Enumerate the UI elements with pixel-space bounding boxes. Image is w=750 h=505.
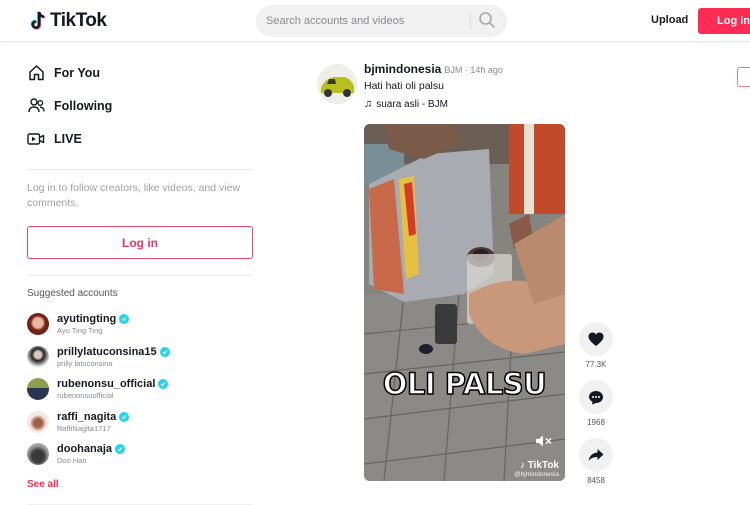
nav-label: LIVE xyxy=(54,131,82,146)
account-username: raffi_nagita xyxy=(57,410,117,423)
see-all-link[interactable]: See all xyxy=(27,479,59,490)
music-note-icon: ♫ xyxy=(364,98,373,110)
verified-badge-icon xyxy=(158,379,169,390)
avatar xyxy=(27,378,49,401)
post-username[interactable]: bjmindonesia xyxy=(364,62,441,76)
header-login-button[interactable]: Log in xyxy=(698,8,750,34)
search-button[interactable] xyxy=(478,11,498,31)
comment-icon xyxy=(589,390,603,404)
upload-link[interactable]: Upload xyxy=(651,14,688,26)
verified-badge-icon xyxy=(115,444,126,455)
video-player[interactable]: OLI PALSU ♪ TikTok @bjmindonesia xyxy=(364,124,565,481)
comment-button[interactable] xyxy=(579,380,613,414)
account-username: rubenonsu_official xyxy=(57,378,156,391)
users-icon xyxy=(27,97,45,115)
search-icon xyxy=(479,12,495,28)
post-time: 14h ago xyxy=(470,65,503,75)
comment-count: 1968 xyxy=(587,418,605,427)
nav-live[interactable]: LIVE xyxy=(27,122,253,155)
sidebar-divider xyxy=(27,169,253,170)
verified-badge-icon xyxy=(159,346,170,357)
logo-text: TikTok xyxy=(50,10,107,31)
sidebar-divider xyxy=(27,275,253,276)
account-username: doohanaja xyxy=(57,443,113,456)
suggested-accounts-title: Suggested accounts xyxy=(27,288,118,299)
post-music[interactable]: ♫ suara asli - BJM xyxy=(364,98,664,110)
verified-badge-icon xyxy=(119,314,130,325)
share-count: 8458 xyxy=(587,476,605,485)
account-name: Doo Han xyxy=(57,456,87,466)
avatar xyxy=(27,345,49,368)
suggested-account[interactable]: ayutingting Ayu Ting Ting xyxy=(27,308,253,341)
share-action: 8458 xyxy=(578,438,614,485)
watermark-logo: ♪ TikTok xyxy=(519,460,559,471)
watermark-username: @bjmindonesia xyxy=(514,471,559,478)
tiktok-note-icon xyxy=(30,11,45,30)
suggested-account[interactable]: raffi_nagita RaffiNagita1717 xyxy=(27,406,253,439)
like-button[interactable] xyxy=(579,322,613,356)
share-button[interactable] xyxy=(579,438,613,472)
home-icon xyxy=(27,64,45,82)
tiktok-logo[interactable]: TikTok xyxy=(30,10,107,32)
like-action: 77.3K xyxy=(578,322,614,369)
mute-icon[interactable] xyxy=(535,434,553,453)
avatar xyxy=(27,410,49,433)
account-username: ayutingting xyxy=(57,313,117,326)
suggested-account[interactable]: prillylatuconsina15 prilly latuconsina xyxy=(27,341,253,374)
account-name: prilly latuconsina xyxy=(57,358,113,368)
account-username: prillylatuconsina15 xyxy=(57,345,157,358)
video-overlay-text: OLI PALSU xyxy=(382,366,547,402)
avatar xyxy=(27,313,49,336)
suggested-account[interactable]: doohanaja Doo Han xyxy=(27,438,253,471)
post-nickname-text: BJM xyxy=(444,65,463,75)
post-caption: Hati hati oli palsu xyxy=(364,80,444,92)
sidebar: For You Following LIVE Log in to follow … xyxy=(27,42,253,505)
tiktok-watermark: ♪ TikTok @bjmindonesia xyxy=(514,460,559,478)
account-name: Ayu Ting Ting xyxy=(57,326,103,336)
suggested-account[interactable]: rubenonsu_official rubenonsuofficial xyxy=(27,373,253,406)
sidebar-login-button[interactable]: Log in xyxy=(27,226,253,259)
video-actions: 77.3K 1968 8458 xyxy=(578,322,614,496)
nav-label: For You xyxy=(54,65,101,80)
nav-for-you[interactable]: For You xyxy=(27,56,253,89)
search-bar xyxy=(256,5,507,37)
account-name: rubenonsuofficial xyxy=(57,391,114,401)
suggested-accounts-list: ayutingting Ayu Ting Ting prillylatucons… xyxy=(27,308,253,471)
heart-icon xyxy=(588,332,604,346)
post-nickname: BJM · 14h ago xyxy=(444,65,503,75)
sidebar-divider xyxy=(27,503,253,505)
nav-label: Following xyxy=(54,98,113,113)
like-count: 77.3K xyxy=(585,360,607,369)
video-frame xyxy=(364,124,565,481)
search-input[interactable] xyxy=(266,5,466,37)
watermark-logo-text: TikTok xyxy=(527,460,559,471)
verified-badge-icon xyxy=(119,411,130,422)
music-title: suara asli - BJM xyxy=(376,98,448,110)
post-author-avatar[interactable] xyxy=(317,64,357,104)
sidebar-nav: For You Following LIVE xyxy=(27,56,253,155)
follow-button-partial[interactable] xyxy=(737,67,750,87)
post-info: bjmindonesia BJM · 14h ago Hati hati oli… xyxy=(364,62,664,110)
login-hint-text: Log in to follow creators, like videos, … xyxy=(27,182,241,209)
comment-action: 1968 xyxy=(578,380,614,427)
avatar xyxy=(27,443,49,466)
search-divider xyxy=(470,13,471,29)
top-header: TikTok Upload Log in xyxy=(0,0,750,42)
nav-following[interactable]: Following xyxy=(27,89,253,122)
share-icon xyxy=(588,449,604,461)
live-icon xyxy=(27,130,45,148)
account-name: RaffiNagita1717 xyxy=(57,423,111,433)
